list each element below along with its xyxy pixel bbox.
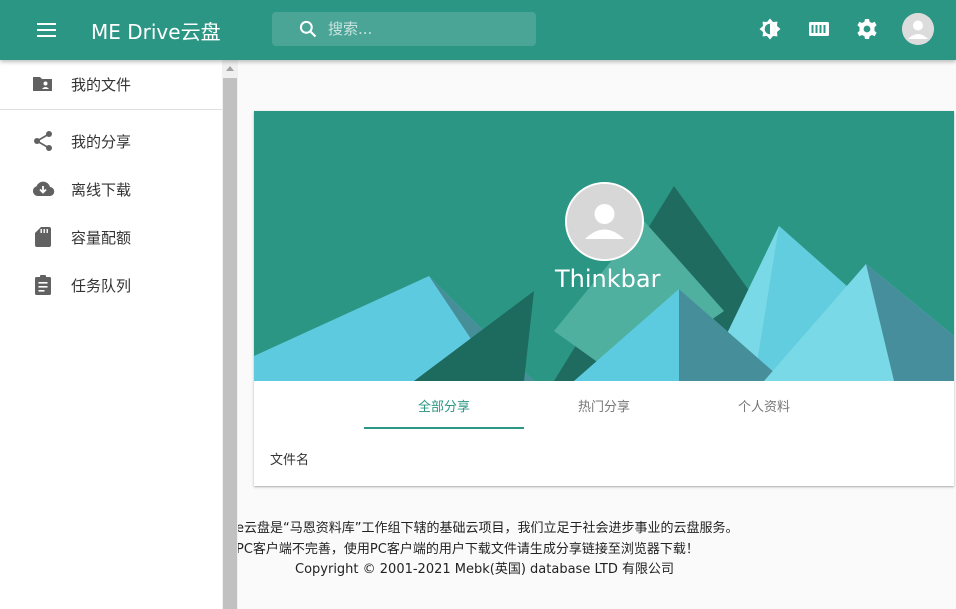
scrollbar-thumb[interactable] <box>223 78 237 609</box>
nav-item-label: 任务队列 <box>71 276 132 295</box>
menu-button[interactable] <box>26 18 68 42</box>
profile-card: Thinkbar 全部分享 热门分享 个人资料 文件名 <box>254 111 954 486</box>
scroll-up-arrow-icon[interactable] <box>226 66 234 71</box>
nav-item-label: 容量配额 <box>71 228 132 247</box>
profile-tabs: 全部分享 热门分享 个人资料 <box>364 381 844 429</box>
nav-item-label: 我的文件 <box>71 75 132 94</box>
footer-copyright: Copyright © 2001-2021 Mebk(英国) database … <box>295 562 674 577</box>
nav-item-task-queue[interactable]: 任务队列 <box>0 261 222 309</box>
settings-button[interactable] <box>854 16 880 42</box>
tab-profile-info[interactable]: 个人资料 <box>684 381 844 429</box>
nav-item-label: 离线下载 <box>71 180 132 199</box>
nav-item-label: 我的分享 <box>71 132 132 151</box>
footer: e云盘是“马恩资料库”工作组下辖的基础云项目，我们立足于社会进步事业的云盘服务。… <box>238 505 956 595</box>
share-icon <box>34 131 52 151</box>
nav-item-my-shares[interactable]: 我的分享 <box>0 117 222 165</box>
footer-line-2: PC客户端不完善，使用PC客户端的用户下载文件请生成分享链接至浏览器下载！ <box>238 542 699 557</box>
account-circle-icon <box>902 13 934 45</box>
gear-icon <box>857 19 877 39</box>
app-bar: ME Drive云盘 <box>0 0 956 60</box>
account-button[interactable] <box>902 13 934 45</box>
drawer-scrollbar[interactable] <box>222 60 238 609</box>
active-tab-indicator <box>364 427 524 429</box>
profile-avatar[interactable] <box>565 182 644 261</box>
search-box[interactable] <box>272 12 536 46</box>
file-name-column-header[interactable]: 文件名 <box>270 449 309 468</box>
menu-icon <box>37 23 56 37</box>
footer-line-1: e云盘是“马恩资料库”工作组下辖的基础云项目，我们立足于社会进步事业的云盘服务。 <box>238 521 739 536</box>
theme-toggle-button[interactable] <box>757 16 783 42</box>
nav-item-quota[interactable]: 容量配额 <box>0 213 222 261</box>
search-input[interactable] <box>328 20 518 38</box>
folder-shared-icon <box>33 77 52 91</box>
app-title[interactable]: ME Drive云盘 <box>91 16 221 45</box>
drawer-divider <box>0 109 222 110</box>
tab-popular-shares[interactable]: 热门分享 <box>524 381 684 429</box>
storage-button[interactable] <box>806 16 832 42</box>
clipboard-icon <box>35 275 51 295</box>
memory-card-icon <box>809 22 829 36</box>
tab-all-shares[interactable]: 全部分享 <box>364 381 524 429</box>
search-icon <box>299 20 317 38</box>
account-circle-icon <box>567 184 642 259</box>
profile-username: Thinkbar <box>555 265 661 293</box>
nav-item-my-files[interactable]: 我的文件 <box>0 60 222 108</box>
brightness-icon <box>759 18 781 40</box>
cloud-download-icon <box>32 181 55 197</box>
nav-item-offline-download[interactable]: 离线下载 <box>0 165 222 213</box>
navigation-drawer: 我的文件 我的分享 离线下载 容量配额 任务队列 <box>0 60 222 609</box>
sd-card-icon <box>35 227 51 247</box>
